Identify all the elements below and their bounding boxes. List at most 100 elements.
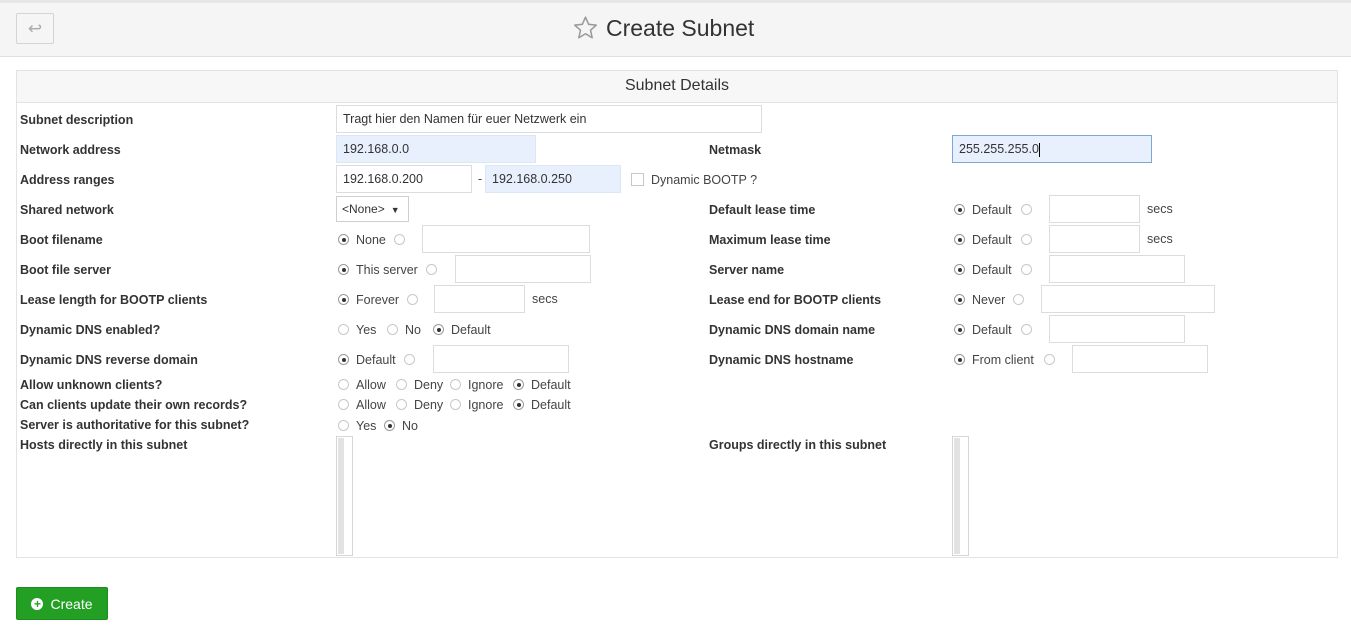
dynamic-bootp-checkbox[interactable] bbox=[631, 173, 644, 186]
ddns-reverse-input[interactable] bbox=[433, 345, 569, 373]
network-address-input[interactable]: 192.168.0.0 bbox=[336, 135, 536, 163]
back-button[interactable]: ↩ bbox=[16, 13, 54, 44]
ddns-hostname-client-radio[interactable] bbox=[954, 354, 965, 365]
ddns-reverse-domain-label: Dynamic DNS reverse domain bbox=[20, 353, 198, 367]
max-lease-custom-radio[interactable] bbox=[1021, 234, 1032, 245]
lease-end-never-radio[interactable] bbox=[954, 294, 965, 305]
ddns-reverse-default-radio[interactable] bbox=[338, 354, 349, 365]
range-end-input[interactable]: 192.168.0.250 bbox=[485, 165, 621, 193]
boot-server-custom-radio[interactable] bbox=[426, 264, 437, 275]
shared-network-label: Shared network bbox=[20, 203, 114, 217]
ddns-enabled-label: Dynamic DNS enabled? bbox=[20, 323, 161, 337]
allow-unknown-deny-label: Deny bbox=[414, 378, 444, 392]
max-lease-default-radio[interactable] bbox=[954, 234, 965, 245]
client-updates-default-label: Default bbox=[531, 398, 571, 412]
boot-filename-none-label: None bbox=[356, 233, 386, 247]
ddns-reverse-default-label: Default bbox=[356, 353, 396, 367]
allow-unknown-default-radio[interactable] bbox=[513, 379, 524, 390]
netmask-input[interactable]: 255.255.255.0 bbox=[952, 135, 1152, 163]
ddns-enabled-default-label: Default bbox=[451, 323, 491, 337]
lease-length-unit: secs bbox=[532, 292, 558, 306]
ddns-hostname-input[interactable] bbox=[1072, 345, 1208, 373]
lease-length-forever-radio[interactable] bbox=[338, 294, 349, 305]
lease-end-bootp-label: Lease end for BOOTP clients bbox=[709, 293, 882, 307]
ddns-domain-default-radio[interactable] bbox=[954, 324, 965, 335]
ddns-reverse-custom-radio[interactable] bbox=[404, 354, 415, 365]
boot-server-this-label: This server bbox=[356, 263, 418, 277]
ddns-enabled-default-radio[interactable] bbox=[433, 324, 444, 335]
netmask-value: 255.255.255.0 bbox=[959, 142, 1039, 156]
server-name-default-radio[interactable] bbox=[954, 264, 965, 275]
ddns-enabled-no-radio[interactable] bbox=[387, 324, 398, 335]
network-address-label: Network address bbox=[20, 143, 121, 157]
allow-unknown-default-label: Default bbox=[531, 378, 571, 392]
page-header: ↩ Create Subnet bbox=[0, 3, 1351, 57]
ddns-domain-custom-radio[interactable] bbox=[1021, 324, 1032, 335]
groups-listbox[interactable] bbox=[952, 436, 969, 556]
server-name-input[interactable] bbox=[1049, 255, 1185, 283]
ddns-domain-name-label: Dynamic DNS domain name bbox=[709, 323, 876, 337]
boot-server-this-radio[interactable] bbox=[338, 264, 349, 275]
allow-unknown-allow-label: Allow bbox=[356, 378, 386, 392]
title-group: Create Subnet bbox=[572, 12, 754, 44]
boot-filename-custom-radio[interactable] bbox=[394, 234, 405, 245]
client-updates-allow-radio[interactable] bbox=[338, 399, 349, 410]
ddns-hostname-custom-radio[interactable] bbox=[1044, 354, 1055, 365]
groups-in-subnet-label: Groups directly in this subnet bbox=[709, 438, 887, 452]
lease-end-never-label: Never bbox=[972, 293, 1006, 307]
ddns-hostname-label: Dynamic DNS hostname bbox=[709, 353, 854, 367]
page-title: Create Subnet bbox=[606, 14, 755, 41]
dynamic-bootp-label: Dynamic BOOTP ? bbox=[651, 173, 758, 187]
lease-length-input[interactable] bbox=[434, 285, 525, 313]
client-updates-allow-label: Allow bbox=[356, 398, 386, 412]
lease-length-bootp-label: Lease length for BOOTP clients bbox=[20, 293, 208, 307]
client-updates-ignore-label: Ignore bbox=[468, 398, 504, 412]
shared-network-select[interactable]: <None> ▼ bbox=[336, 196, 409, 222]
hosts-listbox[interactable] bbox=[336, 436, 353, 556]
lease-length-forever-label: Forever bbox=[356, 293, 400, 307]
default-lease-default-label: Default bbox=[972, 203, 1012, 217]
create-button[interactable]: + Create bbox=[16, 587, 108, 620]
lease-length-custom-radio[interactable] bbox=[407, 294, 418, 305]
authoritative-no-radio[interactable] bbox=[384, 420, 395, 431]
allow-unknown-label: Allow unknown clients? bbox=[20, 378, 163, 392]
address-ranges-label: Address ranges bbox=[20, 173, 115, 187]
return-icon: ↩ bbox=[27, 19, 43, 38]
chevron-down-icon: ▼ bbox=[390, 205, 400, 215]
server-name-custom-radio[interactable] bbox=[1021, 264, 1032, 275]
client-updates-ignore-radio[interactable] bbox=[450, 399, 461, 410]
allow-unknown-deny-radio[interactable] bbox=[396, 379, 407, 390]
boot-filename-label: Boot filename bbox=[20, 233, 103, 247]
client-updates-deny-label: Deny bbox=[414, 398, 444, 412]
star-icon[interactable] bbox=[572, 15, 599, 41]
allow-unknown-ignore-radio[interactable] bbox=[450, 379, 461, 390]
boot-file-server-label: Boot file server bbox=[20, 263, 112, 277]
client-updates-default-radio[interactable] bbox=[513, 399, 524, 410]
max-lease-input[interactable] bbox=[1049, 225, 1140, 253]
boot-server-input[interactable] bbox=[455, 255, 591, 283]
maximum-lease-time-label: Maximum lease time bbox=[709, 233, 831, 247]
lease-end-input[interactable] bbox=[1041, 285, 1215, 313]
subnet-description-input[interactable]: Tragt hier den Namen für euer Netzwerk e… bbox=[336, 105, 762, 133]
ddns-hostname-client-label: From client bbox=[972, 353, 1034, 367]
netmask-label: Netmask bbox=[709, 143, 762, 157]
ddns-enabled-yes-radio[interactable] bbox=[338, 324, 349, 335]
authoritative-yes-label: Yes bbox=[356, 419, 377, 433]
default-lease-custom-radio[interactable] bbox=[1021, 204, 1032, 215]
ddns-domain-input[interactable] bbox=[1049, 315, 1185, 343]
panel-title: Subnet Details bbox=[17, 71, 1337, 103]
boot-filename-input[interactable] bbox=[422, 225, 590, 253]
range-start-input[interactable]: 192.168.0.200 bbox=[336, 165, 472, 193]
text-caret bbox=[1038, 142, 1040, 157]
default-lease-input[interactable] bbox=[1049, 195, 1140, 223]
subnet-description-label: Subnet description bbox=[20, 113, 134, 127]
client-updates-deny-radio[interactable] bbox=[396, 399, 407, 410]
authoritative-no-label: No bbox=[402, 419, 418, 433]
default-lease-default-radio[interactable] bbox=[954, 204, 965, 215]
authoritative-label: Server is authoritative for this subnet? bbox=[20, 418, 250, 432]
shared-network-value: <None> bbox=[342, 202, 385, 216]
authoritative-yes-radio[interactable] bbox=[338, 420, 349, 431]
boot-filename-none-radio[interactable] bbox=[338, 234, 349, 245]
allow-unknown-allow-radio[interactable] bbox=[338, 379, 349, 390]
lease-end-custom-radio[interactable] bbox=[1013, 294, 1024, 305]
